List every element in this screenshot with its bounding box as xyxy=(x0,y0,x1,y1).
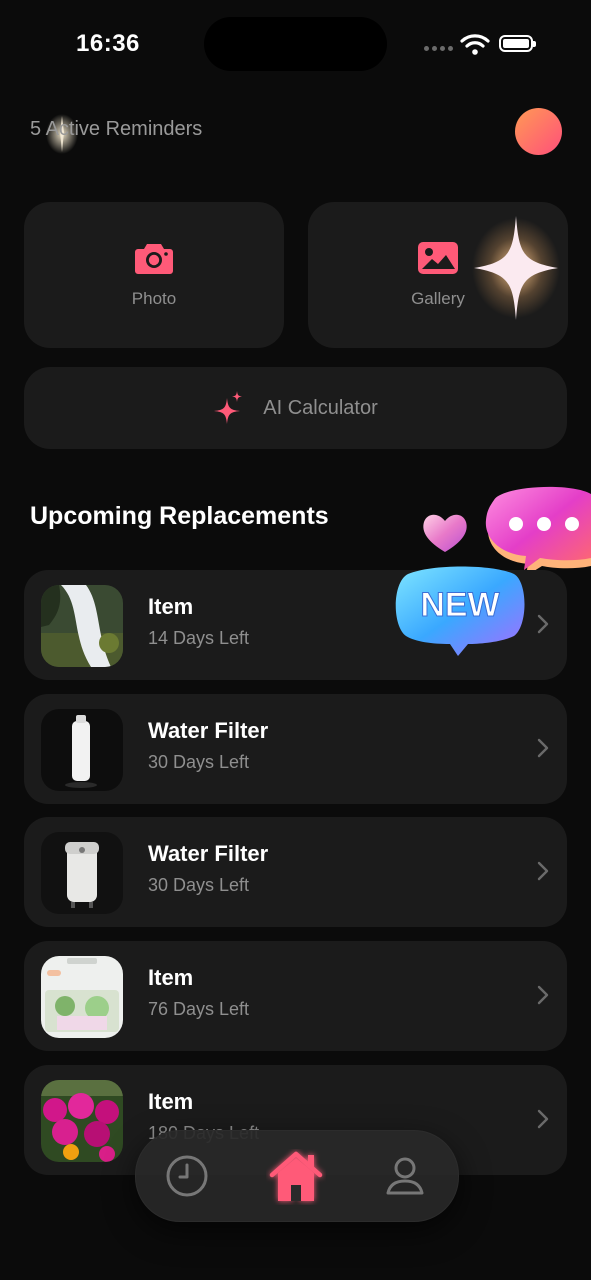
chevron-right-icon xyxy=(537,985,549,1005)
photo-label: Photo xyxy=(131,289,177,308)
profile-icon xyxy=(386,1157,424,1195)
ai-calculator-button[interactable]: AI Calculator xyxy=(24,367,567,449)
wifi-icon xyxy=(460,34,490,55)
glow-sparkle-icon xyxy=(472,216,560,320)
dynamic-island xyxy=(204,17,387,71)
filter-cartridge-photo xyxy=(41,709,123,791)
filter-unit-photo xyxy=(41,832,123,914)
gallery-label: Gallery xyxy=(411,289,465,308)
chevron-right-icon xyxy=(537,738,549,758)
list-item[interactable]: Water Filter 30 Days Left xyxy=(24,817,567,927)
history-icon xyxy=(166,1155,208,1197)
photo-button[interactable]: Photo xyxy=(24,202,284,348)
chevron-right-icon xyxy=(537,614,549,634)
home-icon xyxy=(269,1151,323,1201)
section-title: Upcoming Replacements xyxy=(30,502,329,530)
item-title: Water Filter xyxy=(148,718,269,743)
item-title: Item xyxy=(148,1089,194,1114)
chat-bubble-sticker-icon xyxy=(485,486,591,576)
active-reminders-text: 5 Active Reminders xyxy=(30,118,203,140)
ai-calculator-label: AI Calculator xyxy=(263,396,378,419)
waterfall-photo xyxy=(41,585,123,667)
item-days-left: 14 Days Left xyxy=(148,628,250,648)
item-days-left: 30 Days Left xyxy=(148,875,250,895)
chevron-right-icon xyxy=(537,1109,549,1129)
item-title: Water Filter xyxy=(148,841,269,866)
image-icon xyxy=(418,242,458,274)
tab-home[interactable] xyxy=(266,1149,326,1205)
status-time: 16:36 xyxy=(76,30,140,57)
camera-icon xyxy=(135,244,173,274)
item-days-left: 76 Days Left xyxy=(148,999,250,1019)
list-item[interactable]: Water Filter 30 Days Left xyxy=(24,694,567,804)
item-title: Item xyxy=(148,965,194,990)
new-badge-text: NEW xyxy=(420,586,500,624)
screenshot-photo xyxy=(41,956,123,1038)
battery-icon xyxy=(499,35,536,52)
item-title: Item xyxy=(148,594,194,619)
flowers-photo xyxy=(41,1080,123,1162)
avatar[interactable] xyxy=(515,108,562,155)
item-days-left: 30 Days Left xyxy=(148,752,250,772)
list-item[interactable]: Item 76 Days Left xyxy=(24,941,567,1051)
status-bar: 16:36 xyxy=(0,0,591,90)
tab-bar xyxy=(135,1130,459,1222)
tab-profile[interactable] xyxy=(382,1153,428,1199)
heart-sticker-icon xyxy=(423,514,467,552)
chevron-right-icon xyxy=(537,861,549,881)
cellular-signal-icon xyxy=(424,46,454,54)
sparkles-icon xyxy=(214,391,243,424)
new-badge-sticker-icon: NEW xyxy=(395,566,525,656)
tab-history[interactable] xyxy=(164,1153,210,1199)
